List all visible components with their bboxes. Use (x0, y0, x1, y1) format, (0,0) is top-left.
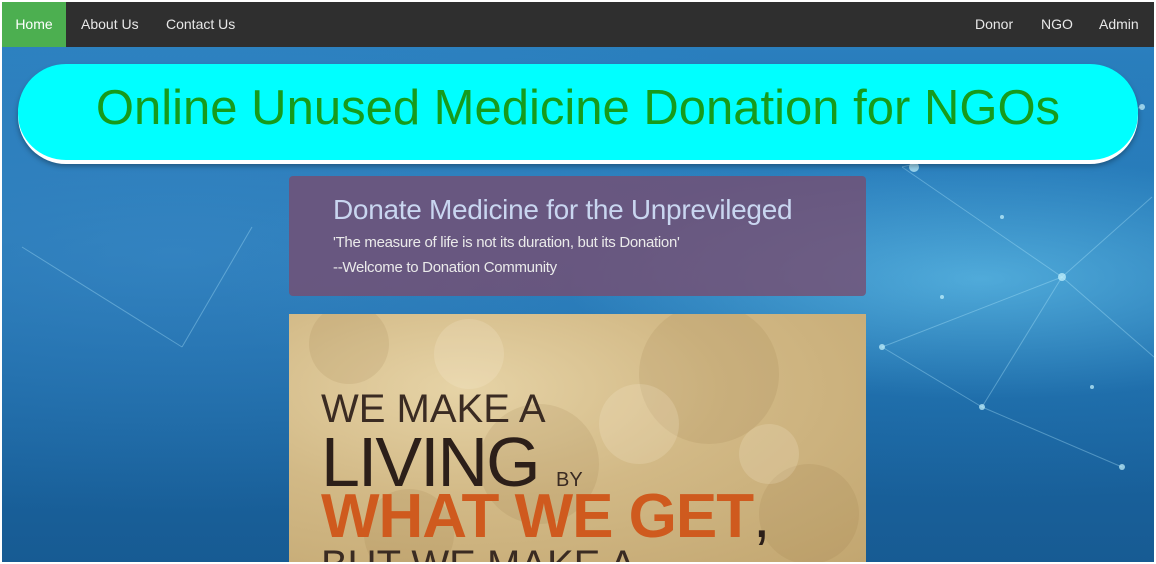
poster-line-3: WHAT WE GET, (321, 482, 770, 551)
title-banner: Online Unused Medicine Donation for NGOs (18, 64, 1138, 162)
page-frame: Home About Us Contact Us Donor NGO Admin… (2, 2, 1154, 562)
poster-what-we-get: WHAT WE GET (321, 482, 754, 551)
nav-admin-link[interactable]: Admin (1099, 2, 1139, 47)
quote-poster-image: WE MAKE A LIVING BY WHAT WE GET, BUT WE … (289, 314, 866, 562)
page-title: Online Unused Medicine Donation for NGOs (95, 81, 1061, 135)
nav-about-link[interactable]: About Us (81, 2, 139, 47)
card-heading: Donate Medicine for the Unprevileged (333, 194, 793, 225)
card-signature: --Welcome to Donation Community (333, 259, 557, 276)
card-quote: 'The measure of life is not its duration… (333, 234, 680, 251)
nav-donor-link[interactable]: Donor (975, 2, 1013, 47)
nav-ngo-link[interactable]: NGO (1041, 2, 1073, 47)
poster-comma: , (753, 482, 770, 551)
poster-line-4: BUT WE MAKE A (321, 542, 636, 562)
nav-contact-link[interactable]: Contact Us (166, 2, 235, 47)
nav-home-link[interactable]: Home (2, 2, 66, 47)
top-navbar: Home About Us Contact Us Donor NGO Admin (2, 2, 1154, 47)
quote-card: Donate Medicine for the Unprevileged 'Th… (289, 176, 866, 296)
